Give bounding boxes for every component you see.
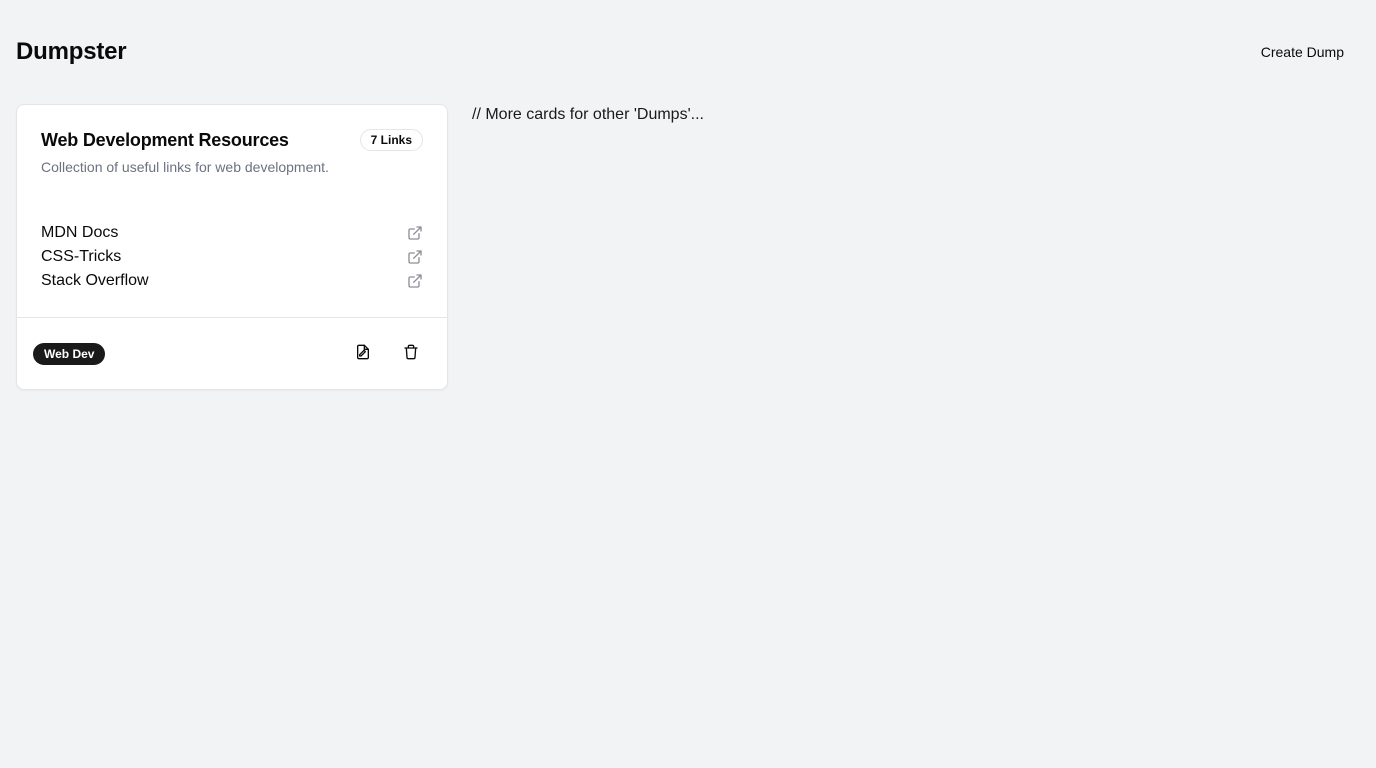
link-css-tricks[interactable]: CSS-Tricks <box>41 248 121 266</box>
card-title: Web Development Resources <box>41 129 289 150</box>
edit-button[interactable] <box>343 334 383 374</box>
external-link-icon[interactable] <box>407 225 423 241</box>
card-description: Collection of useful links for web devel… <box>41 159 329 175</box>
edit-file-icon <box>355 344 371 363</box>
dump-grid: Web Development Resources 7 Links Collec… <box>16 104 1360 390</box>
card-header: Web Development Resources 7 Links Collec… <box>17 105 447 175</box>
link-stack-overflow[interactable]: Stack Overflow <box>41 272 149 290</box>
external-link-icon[interactable] <box>407 273 423 289</box>
list-item: Stack Overflow <box>41 269 423 293</box>
app-title: Dumpster <box>16 38 127 65</box>
list-item: CSS-Tricks <box>41 245 423 269</box>
app: Dumpster Create Dump Web Development Res… <box>0 0 1376 768</box>
create-dump-button[interactable]: Create Dump <box>1245 36 1360 68</box>
trash-icon <box>403 344 419 363</box>
card-title-row: Web Development Resources 7 Links <box>41 129 423 151</box>
card-footer: Web Dev <box>17 317 447 389</box>
link-mdn-docs[interactable]: MDN Docs <box>41 224 118 242</box>
more-cards-note: // More cards for other 'Dumps'... <box>472 106 704 123</box>
delete-button[interactable] <box>391 334 431 374</box>
link-list: MDN Docs CSS-Tricks Stack Overflow <box>17 175 447 317</box>
list-item: MDN Docs <box>41 221 423 245</box>
header: Dumpster Create Dump <box>16 32 1360 72</box>
dump-card: Web Development Resources 7 Links Collec… <box>16 104 448 390</box>
link-count-badge: 7 Links <box>359 129 423 151</box>
external-link-icon[interactable] <box>407 249 423 265</box>
tag-badge: Web Dev <box>33 342 106 365</box>
card-actions <box>343 334 431 374</box>
